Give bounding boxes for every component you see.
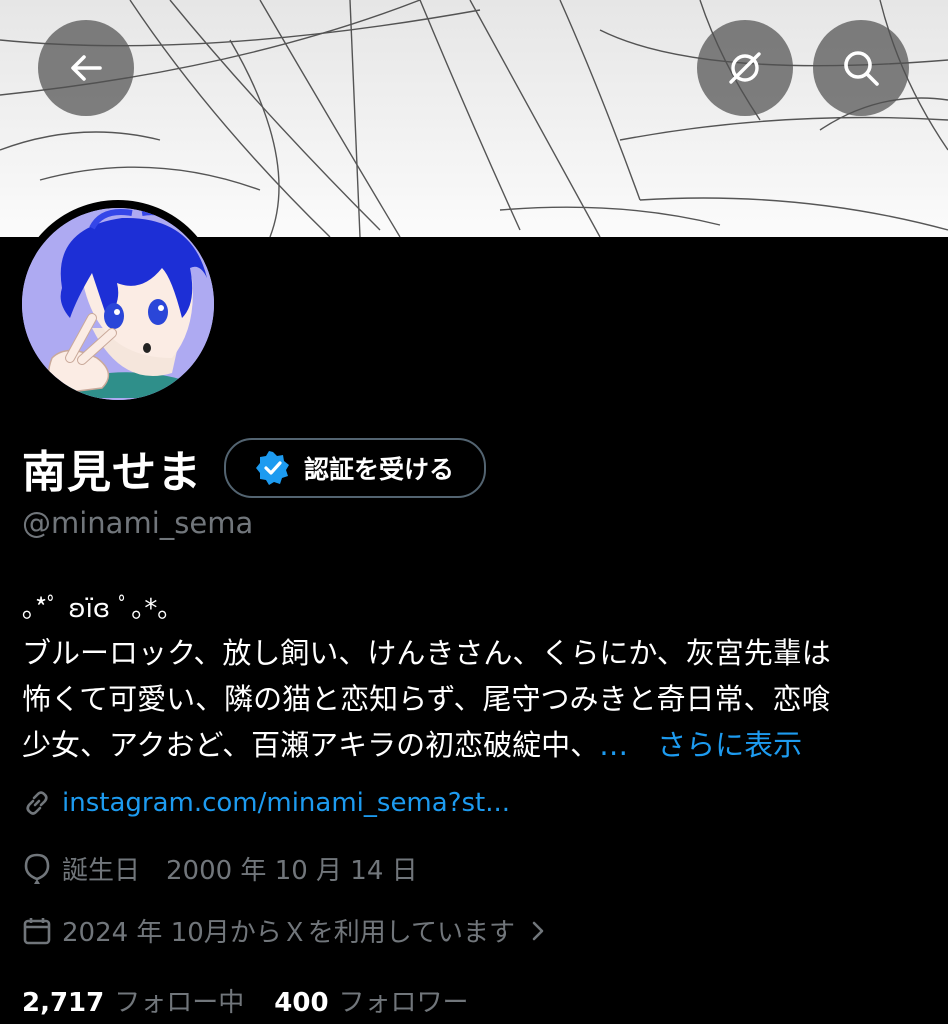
bio-line: 怖くて可愛い、隣の猫と恋知らず、尾守つみきと奇日常、恋喰 [22,682,831,716]
name-row: 南見せま 認証を受ける [22,436,487,500]
followers-stat[interactable]: 400 フォロワー [274,982,468,1019]
bio-text: ブルーロック、放し飼い、けんきさん、くらにか、灰宮先輩は 怖くて可愛い、隣の猫と… [22,630,922,768]
followers-count: 400 [274,988,329,1018]
grok-icon [729,52,761,84]
link-icon [26,791,48,815]
bio-decoration: ｡*ﾟ ʚïɞ ﾟ｡*｡ [22,594,171,624]
search-icon [844,51,879,86]
arrow-left-icon [71,55,102,81]
verified-badge-icon [256,451,289,485]
bio-line-last: 少女、アクおど、百瀬アキラの初恋破綻中、… さらに表示 [22,722,922,768]
avatar[interactable] [22,208,214,400]
joined-text: 2024 年 10月からＸを利用しています [62,918,516,948]
avatar-frame [14,200,222,408]
birthday-row: 誕生日 2000 年 10 月 14 日 [22,850,418,887]
back-button[interactable] [38,20,134,116]
calendar-icon [23,917,51,944]
bio-line: 少女、アクおど、百瀬アキラの初恋破綻中、 [22,728,600,762]
bio-ellipsis: … [599,728,629,762]
profile-banner[interactable] [0,0,948,237]
birthday-text: 誕生日 2000 年 10 月 14 日 [62,856,418,886]
username-handle: @minami_sema [22,506,254,540]
get-verified-button[interactable]: 認証を受ける [224,438,487,498]
chevron-right-icon [532,921,544,940]
show-more-link[interactable]: さらに表示 [657,728,802,762]
followers-label: フォロワー [338,988,469,1018]
website-link[interactable]: instagram.com/minami_sema?st... [62,788,510,818]
balloon-icon [24,853,50,884]
following-stat[interactable]: 2,717 フォロー中 [22,982,244,1019]
following-count: 2,717 [22,988,105,1018]
website-row: instagram.com/minami_sema?st... [22,788,510,818]
banner-sketch [0,0,948,237]
grok-button[interactable] [697,20,793,116]
search-button[interactable] [813,20,909,116]
following-label: フォロー中 [114,988,245,1018]
avatar-illustration [22,208,214,400]
follow-stats: 2,717 フォロー中 400 フォロワー [22,982,469,1019]
display-name: 南見せま [22,447,202,498]
get-verified-label: 認証を受ける [304,455,455,484]
joined-row[interactable]: 2024 年 10月からＸを利用しています [22,912,549,949]
bio-line: ブルーロック、放し飼い、けんきさん、くらにか、灰宮先輩は [22,636,831,670]
